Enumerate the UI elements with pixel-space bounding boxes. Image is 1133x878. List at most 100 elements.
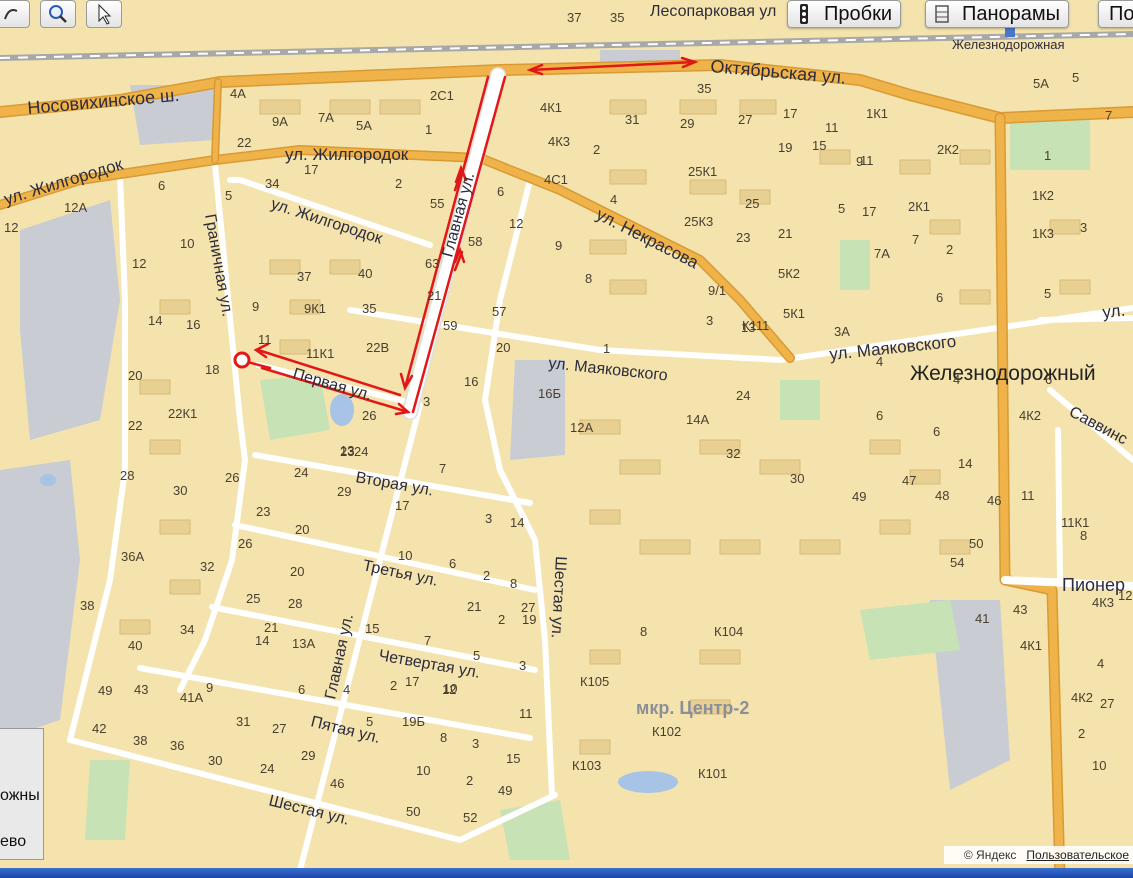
minimap-label-1: ожны xyxy=(0,787,40,804)
magnifier-icon xyxy=(49,5,67,23)
house-number: 6 xyxy=(497,184,504,199)
house-number: 2 xyxy=(498,612,505,627)
copyright-text: © Яндекс xyxy=(963,848,1017,862)
house-number: 6 xyxy=(936,290,943,305)
house-number: 38 xyxy=(80,598,94,613)
next-toolbar-label: По xyxy=(1109,2,1133,25)
house-number: 4С1 xyxy=(544,172,568,187)
next-toolbar-button[interactable]: По xyxy=(1098,0,1133,28)
house-number: 12 xyxy=(1118,588,1132,603)
house-number: 7 xyxy=(439,461,446,476)
house-number: 7А xyxy=(874,246,890,261)
house-number: 5А xyxy=(356,118,372,133)
house-number: 9 xyxy=(555,238,562,253)
house-number: К103 xyxy=(572,758,601,773)
house-number: 30 xyxy=(790,471,804,486)
house-number: 22 xyxy=(128,418,142,433)
house-number: 8 xyxy=(440,730,447,745)
traffic-button[interactable]: Пробки xyxy=(787,0,901,28)
house-number: 36 xyxy=(170,738,184,753)
house-number: 4 xyxy=(1097,656,1104,671)
house-number: 2 xyxy=(946,242,953,257)
house-number: 11 xyxy=(825,120,839,135)
house-number: 3 xyxy=(485,511,492,526)
house-number: 58 xyxy=(468,234,482,249)
house-number: 55 xyxy=(430,196,444,211)
house-number: 7 xyxy=(912,232,919,247)
house-number: 37 xyxy=(567,10,581,25)
panoramas-button[interactable]: Панорамы xyxy=(925,0,1070,28)
house-number: 12А xyxy=(570,420,593,435)
house-number: 25К1 xyxy=(688,164,717,179)
house-number: 24 xyxy=(260,761,274,776)
house-number: 6 xyxy=(876,408,883,423)
house-number: 14 xyxy=(148,313,162,328)
house-number: 12 xyxy=(132,256,146,271)
house-number: 5А xyxy=(1033,76,1049,91)
magnifier-tool-button[interactable] xyxy=(40,0,76,28)
house-number: 5 xyxy=(473,648,480,663)
house-number: 3 xyxy=(1080,220,1087,235)
house-number: 15 xyxy=(506,751,520,766)
map-canvas[interactable]: Носовихинское ш. Октябрьская ул. ул. Жил… xyxy=(0,0,1133,878)
house-number: 50 xyxy=(406,804,420,819)
house-number: 2 xyxy=(483,568,490,583)
pointer-tool-button[interactable] xyxy=(86,0,122,28)
house-number: К101 xyxy=(698,766,727,781)
overview-minimap[interactable]: ожны ево xyxy=(0,728,44,860)
house-number: 26 xyxy=(225,470,239,485)
house-number: 2 xyxy=(390,678,397,693)
house-number: 7 xyxy=(1105,108,1112,123)
house-number: 20 xyxy=(128,368,142,383)
traffic-light-icon xyxy=(794,4,814,24)
house-number: 4 xyxy=(343,682,350,697)
house-number: 29 xyxy=(680,116,694,131)
house-number: 9А xyxy=(272,114,288,129)
house-number: 21 xyxy=(778,226,792,241)
house-number: 25 xyxy=(745,196,759,211)
house-number: 63 xyxy=(425,256,439,271)
house-number: 3 xyxy=(423,394,430,409)
house-number: 7А xyxy=(318,110,334,125)
house-number: 12 xyxy=(442,682,456,697)
house-number: 34 xyxy=(265,176,279,191)
house-number: 4К3 xyxy=(548,134,570,149)
traffic-label: Пробки xyxy=(824,2,892,25)
terms-link[interactable]: Пользовательское xyxy=(1026,848,1129,862)
house-number: 46 xyxy=(330,776,344,791)
house-number: 30 xyxy=(208,753,222,768)
house-number: 1 xyxy=(425,122,432,137)
house-number: 11 xyxy=(1021,488,1035,503)
house-number: 59 xyxy=(443,318,457,333)
house-number: 21 xyxy=(467,599,481,614)
house-number: 20 xyxy=(496,340,510,355)
house-number: 4К2 xyxy=(1071,690,1093,705)
route-start-marker xyxy=(233,351,251,369)
house-number: К102 xyxy=(652,724,681,739)
panorama-icon xyxy=(932,4,952,24)
ruler-tool-button[interactable] xyxy=(0,0,30,28)
house-number: 9/1 xyxy=(708,283,726,298)
house-number: 2 xyxy=(395,176,402,191)
house-number: 11 xyxy=(519,706,533,721)
house-number: 25 xyxy=(246,591,260,606)
house-number: 2С1 xyxy=(430,88,454,103)
house-number: 10 xyxy=(416,763,430,778)
label-station: Железнодорожная xyxy=(952,37,1065,52)
house-number: 16 xyxy=(186,317,200,332)
house-number: 5 xyxy=(225,188,232,203)
house-number: 17 xyxy=(395,498,409,513)
house-number: 14 xyxy=(255,633,269,648)
house-number: 28 xyxy=(288,596,302,611)
house-number: 1К2 xyxy=(1032,188,1054,203)
house-number: 35 xyxy=(697,81,711,96)
label-town: Железнодорожный xyxy=(910,362,1096,385)
house-number: 13 xyxy=(741,320,755,335)
house-number: 10 xyxy=(1092,758,1106,773)
house-number: 5 xyxy=(366,714,373,729)
house-number: 16 xyxy=(464,374,478,389)
house-number: 4К1 xyxy=(1020,638,1042,653)
taskbar-strip xyxy=(0,868,1133,878)
house-number: 31 xyxy=(625,112,639,127)
house-number: 54 xyxy=(950,555,964,570)
